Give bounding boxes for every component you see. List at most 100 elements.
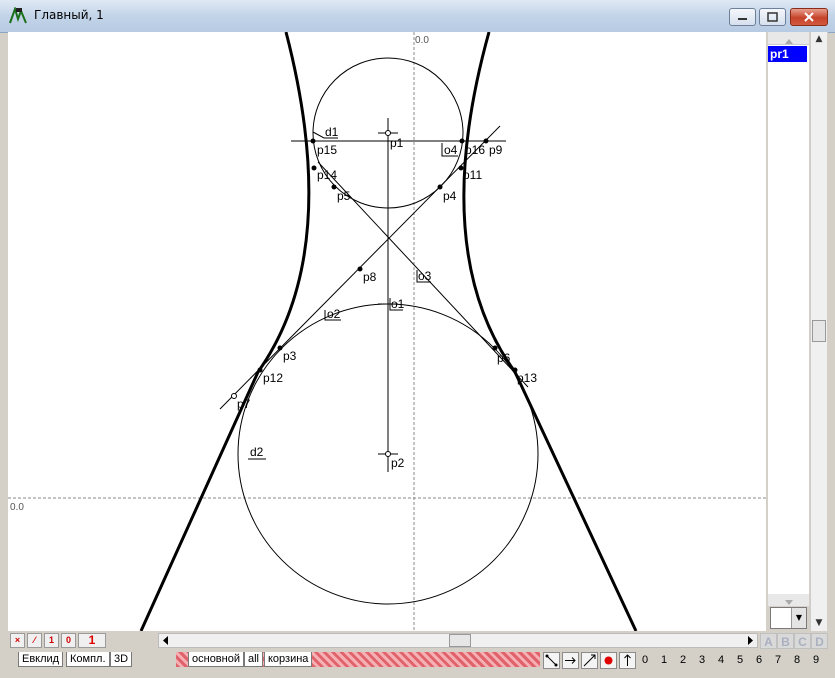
arrow-up-icon: [624, 654, 631, 666]
label-p13: p14: [317, 168, 337, 182]
combo-arrow-icon[interactable]: ▼: [791, 608, 806, 628]
window-title: Главный, 1: [34, 8, 104, 22]
label-p1: p1: [390, 136, 404, 150]
scroll-right-icon[interactable]: [745, 634, 755, 647]
digit-button-9[interactable]: 9: [808, 652, 824, 669]
axis-origin-left-label: 0.0: [10, 502, 24, 513]
point-icon: [604, 656, 613, 665]
layer-scroll-up[interactable]: [768, 32, 809, 45]
layer-scroll-down[interactable]: [768, 594, 809, 606]
point-p15[interactable]: [310, 138, 316, 144]
line-style-button[interactable]: ⁄: [27, 633, 42, 648]
digit-button-5[interactable]: 5: [732, 652, 748, 669]
tab-trash[interactable]: корзина: [264, 652, 313, 667]
point-p13[interactable]: [311, 165, 317, 171]
geometry-drawing[interactable]: 0.0 0.0 d1 p1 o4 p16 p9 p15 p14 p11 p5 p…: [8, 32, 766, 631]
mode-one-button[interactable]: 1: [44, 633, 59, 648]
scroll-left-icon[interactable]: [161, 634, 171, 647]
tool-ray-button[interactable]: [562, 652, 579, 669]
digit-button-6[interactable]: 6: [751, 652, 767, 669]
title-bar[interactable]: Главный, 1: [0, 0, 835, 33]
label-p8: p8: [363, 270, 377, 284]
point-p4[interactable]: [437, 184, 443, 190]
digit-button-3[interactable]: 3: [694, 652, 710, 669]
tool-point-button[interactable]: [600, 652, 617, 669]
letter-button-a[interactable]: A: [760, 633, 777, 649]
main-window: Главный, 1 0.0 0.0 d1 p1 o4 p16 p9 p15 p…: [0, 0, 835, 678]
vertical-scrollbar[interactable]: ▲ ▼: [810, 32, 827, 631]
digit-button-4[interactable]: 4: [713, 652, 729, 669]
digit-button-0[interactable]: 0: [637, 652, 653, 669]
label-o2: o2: [327, 307, 341, 321]
point-p16[interactable]: [459, 138, 465, 144]
scroll-up-icon[interactable]: ▲: [811, 34, 827, 44]
step-counter: 1: [78, 633, 106, 648]
point-p1[interactable]: [385, 130, 391, 136]
point-p12[interactable]: [257, 367, 263, 373]
point-p6[interactable]: [492, 345, 498, 351]
drawing-canvas[interactable]: 0.0 0.0 d1 p1 o4 p16 p9 p15 p14 p11 p5 p…: [8, 32, 766, 631]
label-p2: p2: [391, 456, 405, 470]
letter-button-c[interactable]: C: [794, 633, 811, 649]
vertical-scroll-thumb[interactable]: [812, 320, 826, 342]
point-p8[interactable]: [357, 266, 363, 272]
letter-button-d[interactable]: D: [811, 633, 828, 649]
delete-button[interactable]: ×: [10, 633, 25, 648]
status-toolbar: × ⁄ 1 0 1: [8, 631, 766, 650]
point-p7[interactable]: [231, 393, 237, 399]
maximize-button[interactable]: [759, 8, 786, 26]
label-p6: p6: [497, 351, 511, 365]
tab-complex[interactable]: Компл.: [66, 652, 110, 667]
horizontal-scrollbar[interactable]: [158, 633, 758, 648]
line-icon: [583, 654, 596, 667]
close-button[interactable]: [790, 8, 828, 26]
layer-list[interactable]: [768, 32, 809, 594]
label-o4: o4: [444, 143, 458, 157]
tab-main-layer[interactable]: основной: [188, 652, 244, 667]
axis-origin-top-label: 0.0: [415, 35, 429, 46]
hyperbola-right-branch[interactable]: [462, 32, 638, 631]
minimize-button[interactable]: [729, 8, 756, 26]
layer-item-pr1[interactable]: pr1: [768, 46, 807, 62]
letter-button-b[interactable]: B: [777, 633, 794, 649]
digit-button-2[interactable]: 2: [675, 652, 691, 669]
point-p3[interactable]: [277, 345, 283, 351]
label-p11: p11: [463, 168, 482, 182]
label-p15: p15: [317, 143, 337, 157]
label-p5: p5: [337, 189, 351, 203]
label-p7: p7: [237, 397, 251, 411]
tool-segment-button[interactable]: [543, 652, 560, 669]
label-p3: p3: [283, 349, 297, 363]
label-o3: o3: [418, 269, 432, 283]
ray-icon: [565, 657, 576, 664]
close-icon: [804, 12, 814, 22]
tool-line-button[interactable]: [581, 652, 598, 669]
label-p14: p13: [517, 371, 537, 385]
layer-combo[interactable]: ▼: [770, 607, 807, 629]
label-p9: p9: [489, 143, 503, 157]
label-d2: d2: [250, 445, 264, 459]
layer-panel: pr1 ▼ ▲ ▼: [766, 32, 828, 631]
point-p5[interactable]: [331, 184, 337, 190]
segment-icon: [545, 654, 558, 667]
digit-button-8[interactable]: 8: [789, 652, 805, 669]
tool-up-button[interactable]: [619, 652, 636, 669]
mode-zero-button[interactable]: 0: [61, 633, 76, 648]
label-p4: p4: [443, 189, 457, 203]
app-icon: [9, 7, 27, 24]
tab-euclid[interactable]: Евклид: [18, 652, 64, 667]
hyperbola-left-branch[interactable]: [139, 32, 311, 631]
label-p12: p12: [263, 371, 283, 385]
label-p16: p16: [465, 143, 485, 157]
digit-button-1[interactable]: 1: [656, 652, 672, 669]
point-p2[interactable]: [385, 451, 391, 457]
label-d1: d1: [325, 125, 339, 139]
digit-button-7[interactable]: 7: [770, 652, 786, 669]
horizontal-scroll-thumb[interactable]: [449, 634, 471, 647]
maximize-icon: [767, 12, 778, 22]
scroll-down-icon[interactable]: ▼: [811, 618, 827, 628]
tab-3d[interactable]: 3D: [110, 652, 133, 667]
label-o1: o1: [391, 297, 405, 311]
tab-all-layers[interactable]: all: [244, 652, 264, 667]
minimize-icon: [738, 18, 747, 20]
